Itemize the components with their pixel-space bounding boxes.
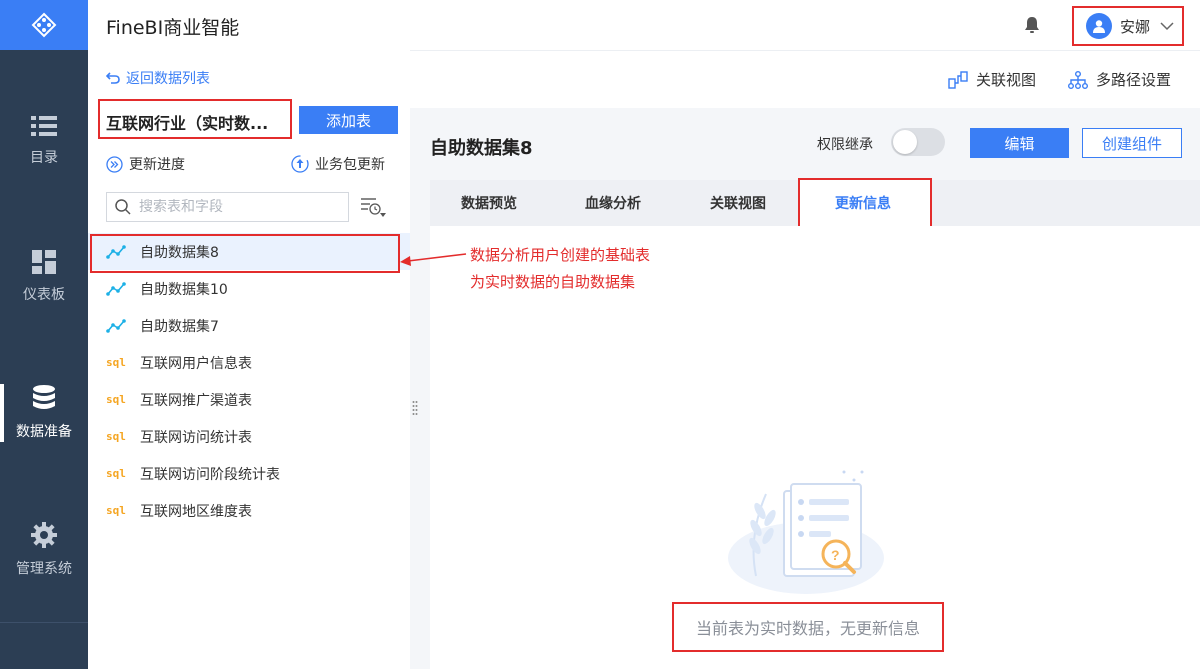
search-icon <box>115 199 131 215</box>
list-item-label: 自助数据集8 <box>140 244 219 261</box>
list-item-label: 自助数据集10 <box>140 281 228 298</box>
create-component-button[interactable]: 创建组件 <box>1082 128 1182 158</box>
user-icon <box>1093 20 1105 33</box>
undo-arrow-icon <box>106 72 120 84</box>
table-list: 自助数据集8 自助数据集10 自助数据集7 sql 互联网用户信息表 sql 互… <box>88 233 410 529</box>
logo-icon <box>31 12 57 38</box>
list-item[interactable]: sql 互联网用户信息表 <box>88 344 410 381</box>
assoc-view-label: 关联视图 <box>976 71 1037 89</box>
sql-table-icon: sql <box>106 504 126 517</box>
chevron-down-icon <box>1160 21 1174 30</box>
dataset-title: 自助数据集8 <box>430 138 533 159</box>
package-update-link[interactable]: 业务包更新 <box>291 154 385 174</box>
permission-inherit-label: 权限继承 <box>817 137 873 153</box>
package-update-label: 业务包更新 <box>315 157 385 173</box>
back-to-list-link[interactable]: 返回数据列表 <box>106 68 210 88</box>
annotation-line-1: 数据分析用户创建的基础表 <box>470 246 651 264</box>
dataset-detail: 自助数据集8 权限继承 编辑 创建组件 数据预览 血缘分析 关联视图 更新信息 <box>430 108 1200 669</box>
list-item-label: 互联网推广渠道表 <box>140 392 252 409</box>
nav-item-data-prep[interactable]: 数据准备 <box>0 368 88 458</box>
toggle-knob <box>893 130 917 154</box>
nav-item-catalog[interactable]: 目录 <box>0 96 88 186</box>
list-item[interactable]: sql 互联网地区维度表 <box>88 492 410 529</box>
empty-message: 当前表为实时数据，无更新信息 <box>672 602 944 652</box>
side-nav: 目录 仪表板 数据准备 管理系统 <box>0 0 88 669</box>
self-service-dataset-icon <box>106 281 128 297</box>
nav-label: 目录 <box>30 150 58 166</box>
nav-item-dashboard[interactable]: 仪表板 <box>0 232 88 322</box>
top-header: FineBI商业智能 安娜 <box>88 0 1200 50</box>
nav-item-admin[interactable]: 管理系统 <box>0 505 88 595</box>
assoc-view-button[interactable]: 关联视图 <box>948 69 1036 90</box>
tab-assoc-view[interactable]: 关联视图 <box>710 180 766 226</box>
nav-label: 数据准备 <box>16 424 72 440</box>
nav-label: 管理系统 <box>16 561 72 577</box>
sql-table-icon: sql <box>106 467 126 480</box>
list-item-label: 互联网访问统计表 <box>140 429 252 446</box>
multipath-label: 多路径设置 <box>1096 71 1172 89</box>
app-logo[interactable] <box>0 0 88 50</box>
upload-circle-icon <box>291 155 309 173</box>
tab-data-preview[interactable]: 数据预览 <box>461 180 517 226</box>
tab-update-info[interactable]: 更新信息 <box>835 180 891 226</box>
list-item-label: 互联网访问阶段统计表 <box>140 466 280 483</box>
list-item-label: 互联网用户信息表 <box>140 355 252 372</box>
hierarchy-icon <box>1068 70 1088 89</box>
sort-filter-icon[interactable] <box>360 196 386 218</box>
list-icon <box>31 116 57 136</box>
update-progress-icon <box>106 155 123 173</box>
sql-table-icon: sql <box>106 430 126 443</box>
update-progress-link[interactable]: 更新进度 <box>106 154 185 174</box>
bell-icon[interactable] <box>1024 16 1040 34</box>
dashboard-icon <box>32 250 56 274</box>
permission-inherit-toggle[interactable] <box>891 128 945 156</box>
search-input[interactable] <box>139 199 339 215</box>
annotation-arrow-icon <box>400 253 467 266</box>
list-item-label: 互联网地区维度表 <box>140 503 252 520</box>
tab-lineage[interactable]: 血缘分析 <box>585 180 641 226</box>
relation-view-icon <box>948 70 968 89</box>
user-menu[interactable]: 安娜 <box>1072 6 1184 46</box>
multipath-settings-button[interactable]: 多路径设置 <box>1068 69 1171 90</box>
sql-table-icon: sql <box>106 393 126 406</box>
annotation-note: 数据分析用户创建的基础表 为实时数据的自助数据集 <box>470 242 650 296</box>
self-service-dataset-icon <box>106 244 128 260</box>
table-panel: 返回数据列表 互联网行业（实时数... 添加表 更新进度 业务包更新 搜索表和字… <box>88 50 410 669</box>
list-item[interactable]: 自助数据集8 <box>88 233 410 270</box>
self-service-dataset-icon <box>106 318 128 334</box>
avatar <box>1086 13 1112 39</box>
panel-resize-handle[interactable] <box>412 400 418 416</box>
no-data-illustration: ? <box>728 470 884 594</box>
package-name: 互联网行业（实时数... <box>98 99 292 139</box>
sql-table-icon: sql <box>106 356 126 369</box>
annotation-line-2: 为实时数据的自助数据集 <box>470 273 636 291</box>
nav-divider <box>0 622 88 623</box>
list-item[interactable]: sql 互联网访问阶段统计表 <box>88 455 410 492</box>
list-item[interactable]: sql 互联网访问统计表 <box>88 418 410 455</box>
back-label: 返回数据列表 <box>126 71 210 87</box>
database-icon <box>33 385 55 409</box>
svg-text:?: ? <box>831 547 840 563</box>
list-item[interactable]: sql 互联网推广渠道表 <box>88 381 410 418</box>
dataset-toolbar: 关联视图 多路径设置 <box>410 50 1200 108</box>
edit-button[interactable]: 编辑 <box>970 128 1069 158</box>
gear-icon <box>31 522 57 548</box>
app-title: FineBI商业智能 <box>106 17 240 39</box>
list-item-label: 自助数据集7 <box>140 318 219 335</box>
add-table-button[interactable]: 添加表 <box>299 106 398 134</box>
nav-label: 仪表板 <box>23 287 65 303</box>
list-item[interactable]: 自助数据集10 <box>88 270 410 307</box>
user-name: 安娜 <box>1120 17 1151 36</box>
list-item[interactable]: 自助数据集7 <box>88 307 410 344</box>
search-box <box>106 192 349 222</box>
update-progress-label: 更新进度 <box>129 157 185 173</box>
